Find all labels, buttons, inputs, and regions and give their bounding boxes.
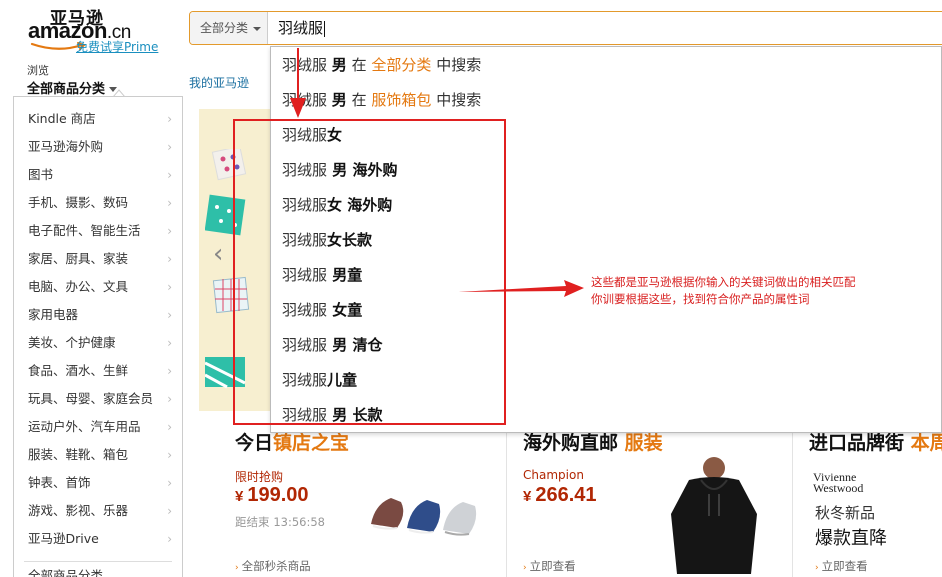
annotation-note: 这些都是亚马逊根据你输入的关键词做出的相关匹配 你训要根据这些，找到符合你产品的… <box>591 274 856 308</box>
search-category-label: 全部分类 <box>200 21 249 35</box>
search-category-select[interactable]: 全部分类 <box>190 12 268 44</box>
sidebar-item-games[interactable]: 游戏、影视、乐器 › <box>14 497 182 525</box>
chevron-right-icon: › <box>167 140 172 154</box>
gift-cubes-image <box>205 149 250 389</box>
suggestion-item[interactable]: 羽绒服 女童 <box>282 293 362 328</box>
my-amazon-link[interactable]: 我的亚马逊 <box>189 74 249 91</box>
chevron-down-icon <box>253 26 262 31</box>
suggestion-scoped-clothing[interactable]: 羽绒服 男 在 服饰箱包 中搜索 <box>282 83 481 118</box>
search-input[interactable]: 羽绒服 <box>278 12 326 44</box>
sidebar-item-sports[interactable]: 运动户外、汽车用品 › <box>14 413 182 441</box>
chevron-right-icon: › <box>167 420 172 434</box>
suggestion-item[interactable]: 羽绒服女长款 <box>282 223 372 258</box>
sidebar-item-food[interactable]: 食品、酒水、生鲜 › <box>14 357 182 385</box>
search-suggestions-dropdown: 羽绒服 男 在 全部分类 中搜索 羽绒服 男 在 服饰箱包 中搜索 羽绒服女 羽… <box>270 46 942 433</box>
search-query-text: 羽绒服 <box>278 19 324 37</box>
suggestion-item[interactable]: 羽绒服女 海外购 <box>282 188 392 223</box>
text-cursor <box>324 20 326 37</box>
chevron-right-icon: › <box>167 392 172 406</box>
sidebar-item-kindle[interactable]: Kindle 商店 › <box>14 105 182 133</box>
browse-categories-menu[interactable]: 浏览 全部商品分类 <box>27 62 118 97</box>
category-sidebar: Kindle 商店 › 亚马逊海外购 › 图书 › 手机、摄影、数码 › 电子配件、智能… <box>13 96 183 577</box>
chevron-right-icon: › <box>167 532 172 546</box>
sidebar-item-clothing[interactable]: 服装、鞋靴、箱包 › <box>14 441 182 469</box>
sidebar-item-beauty[interactable]: 美妆、个护健康 › <box>14 329 182 357</box>
suggestion-item[interactable]: 羽绒服 男童 <box>282 258 362 293</box>
chevron-right-icon: › <box>167 476 172 490</box>
sidebar-item-drive[interactable]: 亚马逊Drive › <box>14 525 182 553</box>
suggestion-item[interactable]: 羽绒服 男 海外购 <box>282 153 397 188</box>
chevron-right-icon: › <box>167 280 172 294</box>
sidebar-item-overseas[interactable]: 亚马逊海外购 › <box>14 133 182 161</box>
sidebar-item-books[interactable]: 图书 › <box>14 161 182 189</box>
suggestion-item[interactable]: 羽绒服女 <box>282 118 342 153</box>
import-line1: 秋冬新品 <box>815 504 876 522</box>
sneakers-image <box>371 498 477 536</box>
suggestion-item[interactable]: 羽绒服儿童 <box>282 363 357 398</box>
overseas-price: ¥266.41 <box>523 484 597 506</box>
import-line2: 爆款直降 <box>815 528 887 549</box>
chevron-right-icon: › <box>167 336 172 350</box>
suggestion-item[interactable]: 羽绒服 男 清仓 <box>282 328 382 363</box>
chevron-right-icon: › <box>167 196 172 210</box>
chevron-right-icon: › <box>167 224 172 238</box>
deal-card-subtitle: 限时抢购 <box>235 470 284 484</box>
browse-big-label: 全部商品分类 <box>27 78 118 97</box>
browse-small-label: 浏览 <box>27 64 49 77</box>
import-card[interactable]: 进口品牌街 本周 Vivienne Westwood 秋冬新品 爆款直降 › 立即查… <box>793 424 942 577</box>
import-view-link[interactable]: › 立即查看 <box>815 558 868 574</box>
chevron-right-icon: › <box>167 252 172 266</box>
annotation-line-1: 这些都是亚马逊根据你输入的关键词做出的相关匹配 <box>591 275 856 289</box>
overseas-card[interactable]: 海外购直邮 服装 Champion ¥266.41 › 立即查看 <box>507 424 791 577</box>
hoodie-image <box>671 457 757 574</box>
sidebar-item-watches[interactable]: 钟表、首饰 › <box>14 469 182 497</box>
deal-card[interactable]: 今日镇店之宝 限时抢购 ¥199.00 距结束 13:56:58 › 全部秒杀商品 <box>199 424 504 577</box>
sidebar-item-computers[interactable]: 电脑、办公、文具 › <box>14 273 182 301</box>
suggestion-item[interactable]: 羽绒服 男 长款 <box>282 398 382 433</box>
sidebar-item-all-categories[interactable]: 全部商品分类 <box>14 562 182 577</box>
category-list: Kindle 商店 › 亚马逊海外购 › 图书 › 手机、摄影、数码 › 电子配件、智能… <box>14 97 182 553</box>
prime-trial-link[interactable]: 免费试享Prime <box>76 38 158 55</box>
deal-countdown: 距结束 13:56:58 <box>235 515 325 529</box>
chevron-right-icon: › <box>167 308 172 322</box>
search-bar: 全部分类 羽绒服 <box>189 11 942 45</box>
overseas-view-link[interactable]: › 立即查看 <box>523 558 576 574</box>
chevron-right-icon: › <box>167 448 172 462</box>
deal-price: ¥199.00 <box>235 484 309 506</box>
arrow-right-icon: › <box>523 563 527 573</box>
all-deals-link[interactable]: › 全部秒杀商品 <box>235 558 311 574</box>
overseas-brand: Champion <box>523 468 584 482</box>
suggestion-scoped-all[interactable]: 羽绒服 男 在 全部分类 中搜索 <box>282 48 481 83</box>
chevron-right-icon: › <box>167 504 172 518</box>
arrow-right-icon: › <box>815 563 819 573</box>
chevron-right-icon: › <box>167 168 172 182</box>
arrow-right-icon: › <box>235 563 239 573</box>
sidebar-item-toys[interactable]: 玩具、母婴、家庭会员 › <box>14 385 182 413</box>
sidebar-item-accessories[interactable]: 电子配件、智能生活 › <box>14 217 182 245</box>
annotation-line-2: 你训要根据这些，找到符合你产品的属性词 <box>591 292 810 306</box>
amazon-logo[interactable]: 亚马逊 amazon.cn 免费试享Prime <box>28 4 168 54</box>
sidebar-item-appliances[interactable]: 家用电器 › <box>14 301 182 329</box>
brand-logo: Vivienne Westwood <box>813 470 864 495</box>
sidebar-item-phones[interactable]: 手机、摄影、数码 › <box>14 189 182 217</box>
chevron-right-icon: › <box>167 364 172 378</box>
sidebar-item-home[interactable]: 家居、厨具、家装 › <box>14 245 182 273</box>
chevron-right-icon: › <box>167 112 172 126</box>
